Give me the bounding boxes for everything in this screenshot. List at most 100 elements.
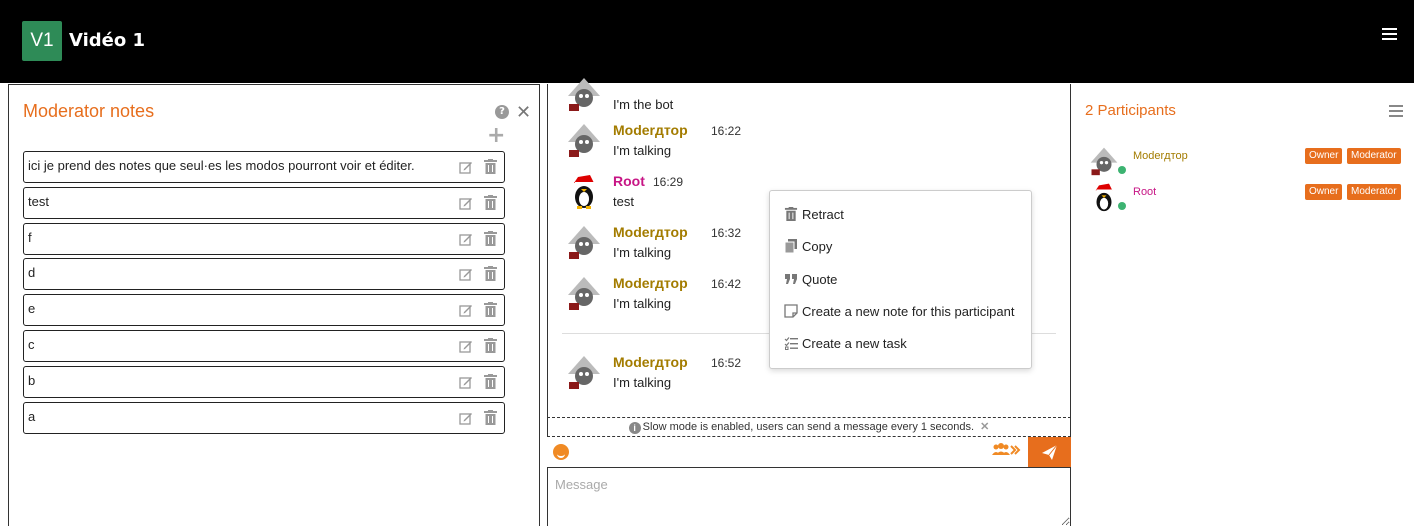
menu-item-quote[interactable]: Quote	[784, 272, 837, 292]
participants-panel: 2 Participants Moderдтор Owner Moderator…	[1071, 84, 1414, 526]
message-body: I'm talking	[613, 143, 672, 158]
note-item[interactable]: ici je prend des notes que seul·es les m…	[23, 151, 505, 183]
message-body: I'm the bot	[613, 97, 674, 112]
slow-mode-text: Slow mode is enabled, users can send a m…	[642, 421, 975, 433]
notes-list: ici je prend des notes que seul·es les m…	[23, 151, 506, 437]
edit-icon[interactable]	[459, 303, 473, 317]
edit-icon[interactable]	[459, 339, 473, 353]
hamburger-icon[interactable]	[1382, 28, 1397, 42]
participants-menu-icon[interactable]	[1389, 105, 1403, 117]
trash-icon[interactable]	[484, 337, 497, 353]
message-input[interactable]	[547, 467, 1071, 526]
trash-icon[interactable]	[484, 194, 497, 210]
online-status-icon	[1118, 202, 1126, 210]
note-text: a	[28, 408, 36, 424]
edit-icon[interactable]	[459, 267, 473, 282]
question-circle-icon[interactable]: ?	[495, 105, 509, 119]
moderator-badge: Moderator	[1347, 184, 1401, 200]
room-title: Vidéo 1	[69, 30, 146, 51]
message-time: 16:52	[711, 356, 742, 370]
send-icon	[1042, 444, 1058, 460]
note-text: b	[28, 372, 36, 388]
top-bar: V1 Vidéo 1	[0, 0, 1414, 83]
menu-item-label: Quote	[802, 272, 838, 287]
edit-icon[interactable]	[459, 411, 473, 425]
note-text: f	[28, 229, 32, 245]
note-item[interactable]: c	[23, 329, 505, 362]
participant-name: Root	[1133, 186, 1157, 198]
owner-badge: Owner	[1305, 184, 1343, 200]
emoji-icon[interactable]	[553, 444, 569, 460]
note-item[interactable]: f	[23, 222, 505, 255]
trash-icon[interactable]	[484, 230, 497, 246]
quote-icon	[785, 274, 797, 284]
note-item[interactable]: d	[23, 258, 505, 291]
close-icon[interactable]: ✕	[980, 421, 989, 433]
trash-icon[interactable]	[484, 302, 497, 318]
message-author[interactable]: Moderдтор	[613, 224, 688, 240]
edit-icon[interactable]	[459, 232, 473, 246]
info-icon: i	[628, 422, 641, 434]
trash-icon[interactable]	[484, 266, 497, 282]
note-item[interactable]: b	[23, 365, 505, 398]
message-body: I'm talking	[613, 296, 672, 311]
message-author[interactable]: Root	[613, 173, 645, 189]
participants-mention-icon[interactable]	[991, 443, 1021, 461]
menu-item-create-task[interactable]: Create a new task	[784, 336, 907, 356]
trash-icon[interactable]	[484, 409, 497, 425]
note-text: test	[28, 193, 49, 209]
send-button[interactable]	[1028, 437, 1071, 467]
message-author[interactable]: Moderдтор	[613, 122, 688, 138]
edit-icon[interactable]	[459, 160, 473, 174]
message-body: test	[613, 194, 634, 209]
message-time: 16:32	[711, 226, 742, 240]
note-item[interactable]: e	[23, 294, 505, 327]
copy-icon	[784, 239, 797, 253]
avatar	[568, 124, 600, 157]
message-time: 16:42	[711, 277, 742, 291]
menu-item-label: Create a new note for this participant	[802, 304, 1015, 319]
avatar	[568, 78, 600, 111]
menu-item-label: Retract	[802, 207, 844, 222]
note-item[interactable]: test	[23, 186, 505, 219]
room-logo: V1	[22, 21, 62, 61]
participant-item[interactable]: Moderдтор Owner Moderator	[1089, 146, 1409, 176]
note-text: ici je prend des notes que seul·es les m…	[28, 158, 415, 173]
menu-item-copy[interactable]: Copy	[784, 239, 832, 259]
trash-icon[interactable]	[484, 373, 497, 389]
avatar	[568, 277, 600, 310]
menu-item-create-note[interactable]: Create a new note for this participant	[784, 304, 1014, 324]
note-text: d	[28, 265, 36, 281]
message-time: 16:22	[711, 124, 742, 138]
trash-icon	[784, 207, 798, 221]
message-author[interactable]: Moderдтор	[613, 354, 688, 370]
composer-toolbar	[547, 437, 1071, 467]
avatar	[568, 226, 600, 259]
edit-icon[interactable]	[459, 196, 473, 210]
message-body: I'm talking	[613, 245, 672, 260]
avatar	[574, 175, 594, 209]
note-item[interactable]: a	[23, 401, 505, 434]
note-text: e	[28, 301, 36, 317]
note-icon	[784, 304, 798, 318]
close-icon[interactable]: ✕	[516, 102, 531, 123]
message-author[interactable]: Moderдтор	[613, 275, 688, 291]
message-context-menu: Retract Copy Quote Create a new note for…	[769, 190, 1032, 369]
menu-item-label: Create a new task	[802, 336, 907, 351]
message-body: I'm talking	[613, 375, 672, 390]
participant-item[interactable]: Root Owner Moderator	[1089, 182, 1409, 212]
menu-item-retract[interactable]: Retract	[784, 207, 844, 227]
moderator-notes-panel: Moderator notes ? ✕ + ici je prend des n…	[8, 84, 540, 526]
online-status-icon	[1118, 166, 1126, 174]
menu-item-label: Copy	[802, 239, 833, 254]
slow-mode-banner: i Slow mode is enabled, users can send a …	[547, 417, 1071, 437]
participants-title: 2 Participants	[1085, 102, 1176, 119]
moderator-badge: Moderator	[1347, 148, 1401, 164]
avatar	[1095, 183, 1113, 212]
edit-icon[interactable]	[459, 375, 473, 389]
owner-badge: Owner	[1305, 148, 1343, 164]
trash-icon[interactable]	[484, 159, 497, 174]
task-list-icon	[784, 337, 798, 350]
plus-icon[interactable]: +	[487, 125, 505, 147]
note-text: c	[28, 336, 35, 352]
